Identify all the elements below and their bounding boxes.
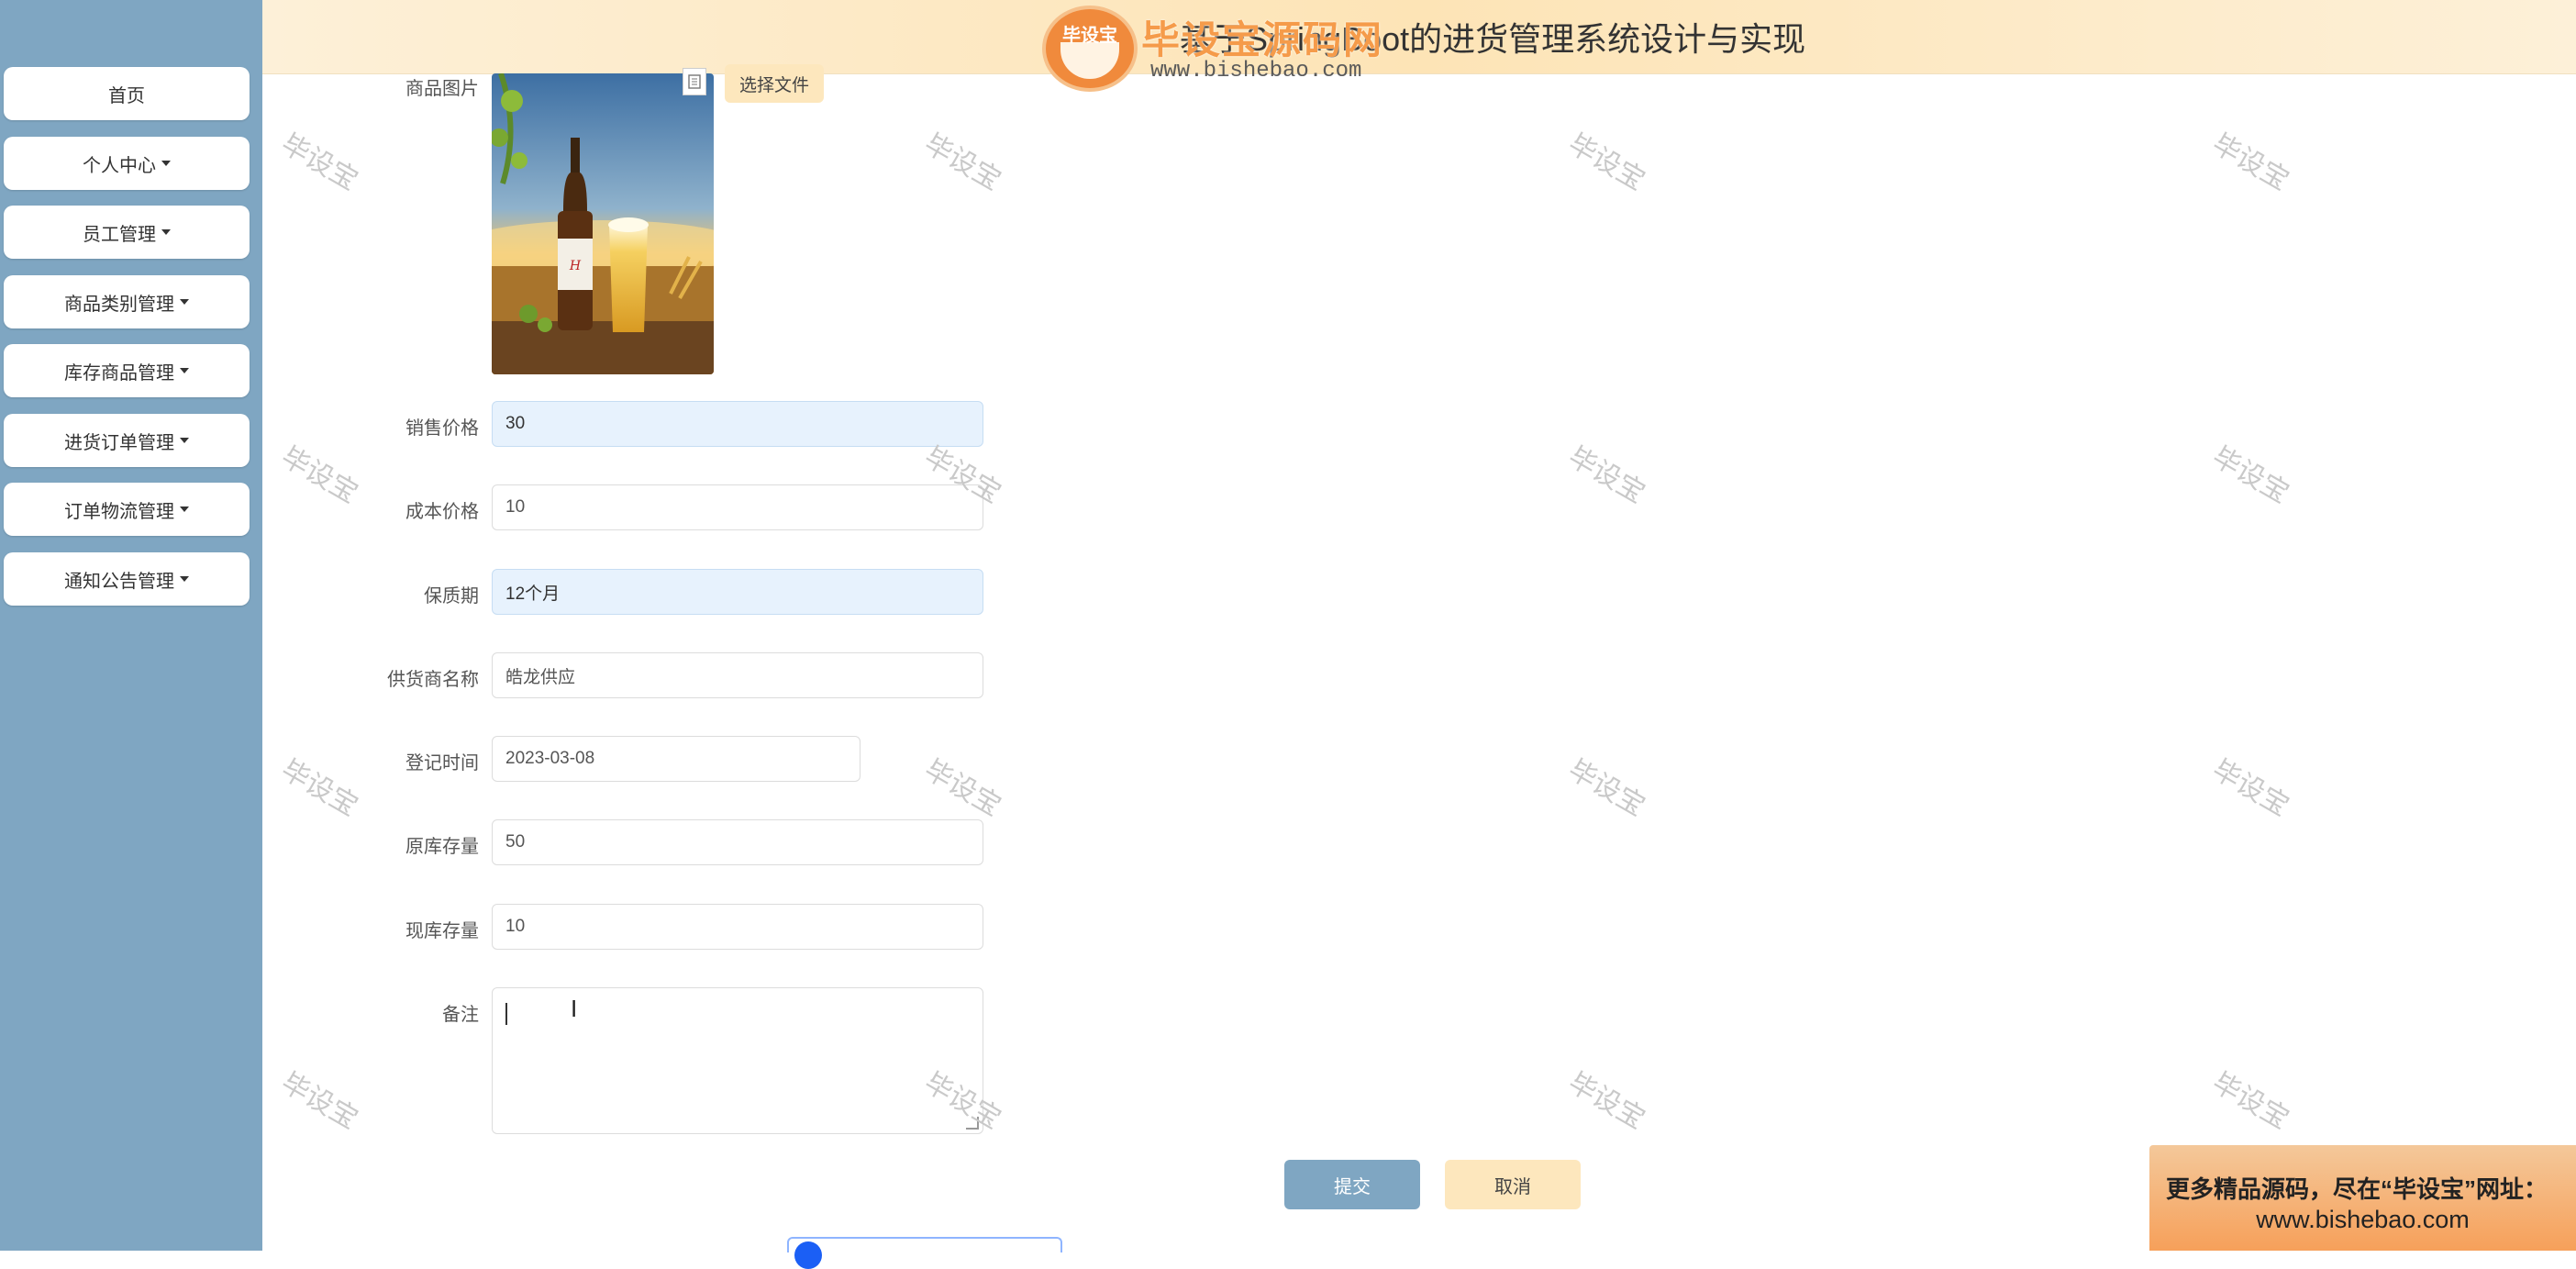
file-icon (683, 68, 706, 95)
caret-down-icon (180, 299, 189, 305)
sidebar-item-label: 商品类别管理 (64, 294, 174, 315)
sidebar: 首页 个人中心 员工管理 商品类别管理 库存商品管理 进货订单管理 订单物流管理… (0, 0, 262, 1251)
site-logo: 毕设宝 毕设宝源码网 www.bishebao.com (1037, 2, 1385, 92)
sidebar-item-personal-center[interactable]: 个人中心 (4, 137, 250, 190)
shelf-life-input[interactable]: 12个月 (492, 569, 983, 615)
sidebar-item-label: 首页 (108, 85, 145, 106)
watermark: 毕设宝 (1563, 754, 1650, 822)
sidebar-item-notice[interactable]: 通知公告管理 (4, 552, 250, 606)
sidebar-item-staff[interactable]: 员工管理 (4, 206, 250, 259)
promo-line-2: www.bishebao.com (2256, 1206, 2470, 1233)
caret-down-icon (180, 438, 189, 443)
sidebar-item-label: 个人中心 (83, 155, 156, 176)
promo-banner[interactable]: 更多精品源码，尽在“毕设宝”网址： www.bishebao.com (2149, 1145, 2576, 1251)
submit-button[interactable]: 提交 (1284, 1160, 1420, 1209)
watermark: 毕设宝 (2207, 754, 2294, 822)
sidebar-item-label: 库存商品管理 (64, 362, 174, 384)
sidebar-item-category[interactable]: 商品类别管理 (4, 275, 250, 328)
sidebar-item-label: 通知公告管理 (64, 571, 174, 592)
watermark: 毕设宝 (1563, 441, 1650, 509)
supplier-label: 供货商名称 (387, 670, 479, 690)
logo-url: www.bishebao.com (1150, 59, 1362, 83)
register-time-input[interactable]: 2023-03-08 (492, 736, 861, 782)
ibeam-cursor-icon: I (571, 995, 578, 1022)
sale-price-input[interactable]: 30 (492, 401, 983, 447)
top-header: 基于SpringBoot的进货管理系统设计与实现 (262, 0, 2576, 74)
watermark: 毕设宝 (276, 128, 363, 196)
watermark: 毕设宝 (2207, 441, 2294, 509)
sidebar-item-logistics[interactable]: 订单物流管理 (4, 483, 250, 536)
caret-down-icon (180, 368, 189, 373)
remark-label: 备注 (442, 1005, 479, 1025)
watermark: 毕设宝 (2207, 128, 2294, 196)
watermark: 毕设宝 (276, 1067, 363, 1135)
current-stock-input[interactable]: 10 (492, 904, 983, 950)
supplier-input[interactable]: 皓龙供应 (492, 652, 983, 698)
sidebar-item-label: 订单物流管理 (64, 501, 174, 522)
watermark: 毕设宝 (2207, 1067, 2294, 1135)
sale-price-label: 销售价格 (405, 418, 479, 439)
sidebar-item-label: 进货订单管理 (64, 432, 174, 453)
text-cursor (505, 1003, 507, 1025)
logo-mark: 毕设宝 (1042, 6, 1138, 92)
floating-widget[interactable] (787, 1237, 1062, 1269)
cost-price-label: 成本价格 (405, 502, 479, 522)
promo-line-1: 更多精品源码，尽在“毕设宝”网址： (2166, 1175, 2548, 1203)
current-stock-label: 现库存量 (405, 921, 479, 941)
original-stock-input[interactable]: 50 (492, 819, 983, 865)
sidebar-item-label: 员工管理 (83, 224, 156, 245)
caret-down-icon (161, 229, 171, 235)
logo-text: 毕设宝源码网 (1141, 18, 1384, 61)
resize-handle[interactable] (966, 1117, 979, 1130)
watermark: 毕设宝 (1563, 128, 1650, 196)
widget-icon (794, 1241, 822, 1269)
svg-text:H: H (569, 259, 582, 273)
caret-down-icon (161, 161, 171, 166)
remark-textarea[interactable] (492, 987, 983, 1134)
caret-down-icon (180, 506, 189, 512)
sidebar-item-stock[interactable]: 库存商品管理 (4, 344, 250, 397)
product-image: H (492, 73, 714, 374)
choose-file-button[interactable]: 选择文件 (725, 64, 824, 103)
shelf-life-label: 保质期 (424, 586, 479, 607)
logo-badge-text: 毕设宝 (1062, 26, 1117, 46)
register-time-label: 登记时间 (405, 753, 479, 774)
caret-down-icon (180, 576, 189, 582)
watermark: 毕设宝 (1563, 1067, 1650, 1135)
sidebar-item-purchase[interactable]: 进货订单管理 (4, 414, 250, 467)
watermark: 毕设宝 (919, 128, 1006, 196)
original-stock-label: 原库存量 (405, 837, 479, 857)
sidebar-item-home[interactable]: 首页 (4, 67, 250, 120)
cost-price-input[interactable]: 10 (492, 484, 983, 530)
watermark: 毕设宝 (919, 754, 1006, 822)
image-label: 商品图片 (405, 79, 479, 99)
cancel-button[interactable]: 取消 (1445, 1160, 1581, 1209)
